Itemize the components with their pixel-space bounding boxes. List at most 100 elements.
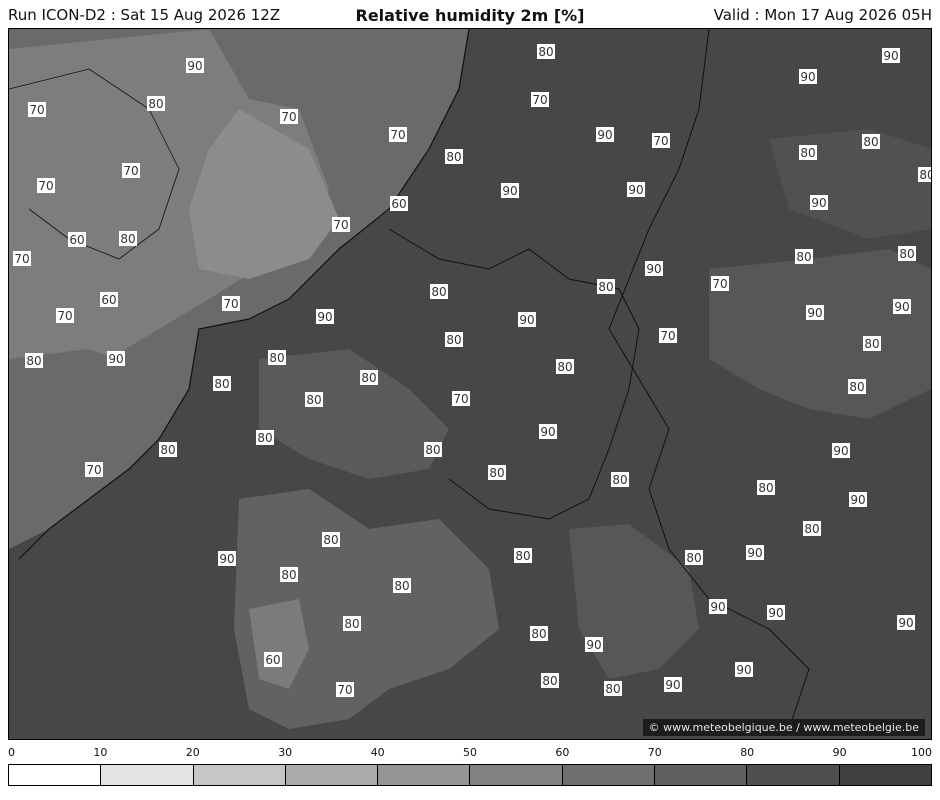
svg-text:80: 80 xyxy=(269,351,284,365)
svg-text:70: 70 xyxy=(712,277,727,291)
contour-label: 90 xyxy=(799,69,817,84)
svg-text:70: 70 xyxy=(29,103,44,117)
contour-label: 80 xyxy=(119,231,137,246)
svg-text:80: 80 xyxy=(214,377,229,391)
contour-label: 80 xyxy=(322,532,340,547)
contour-label: 80 xyxy=(848,379,866,394)
valid-time: Valid : Mon 17 Aug 2026 05H xyxy=(713,6,932,24)
svg-text:70: 70 xyxy=(337,683,352,697)
contour-label: 80 xyxy=(488,465,506,480)
svg-text:90: 90 xyxy=(646,262,661,276)
svg-text:90: 90 xyxy=(850,493,865,507)
svg-text:70: 70 xyxy=(390,128,405,142)
svg-text:70: 70 xyxy=(57,309,72,323)
colorbar-segment xyxy=(193,765,286,785)
contour-label: 80 xyxy=(537,44,555,59)
svg-text:80: 80 xyxy=(120,232,135,246)
svg-text:90: 90 xyxy=(800,70,815,84)
colorbar-tick-label: 20 xyxy=(185,746,200,759)
contour-label: 90 xyxy=(709,599,727,614)
svg-text:80: 80 xyxy=(26,354,41,368)
contour-label: 60 xyxy=(390,196,408,211)
svg-text:90: 90 xyxy=(898,616,913,630)
svg-text:70: 70 xyxy=(86,463,101,477)
svg-text:80: 80 xyxy=(515,549,530,563)
contour-label: 80 xyxy=(757,480,775,495)
colorbar-tick-label: 10 xyxy=(93,746,108,759)
contour-label: 90 xyxy=(767,605,785,620)
contour-label: 70 xyxy=(122,163,140,178)
svg-text:80: 80 xyxy=(425,443,440,457)
svg-text:70: 70 xyxy=(532,93,547,107)
credit-badge[interactable]: © www.meteobelgique.be / www.meteobelgie… xyxy=(642,719,925,736)
svg-text:80: 80 xyxy=(160,443,175,457)
svg-text:80: 80 xyxy=(257,431,272,445)
colorbar-segment xyxy=(839,765,931,785)
svg-text:90: 90 xyxy=(768,606,783,620)
svg-text:80: 80 xyxy=(148,97,163,111)
svg-text:80: 80 xyxy=(864,337,879,351)
contour-label: 90 xyxy=(882,48,900,63)
svg-text:70: 70 xyxy=(660,329,675,343)
svg-text:70: 70 xyxy=(653,134,668,148)
contour-label: 90 xyxy=(316,309,334,324)
svg-text:90: 90 xyxy=(597,128,612,142)
svg-text:80: 80 xyxy=(538,45,553,59)
contour-label: 80 xyxy=(604,681,622,696)
svg-text:90: 90 xyxy=(219,552,234,566)
contour-label: 80 xyxy=(445,149,463,164)
map-canvas: 90 80 70 70 80 70 70 80 70 70 60 70 60 80 70 60 70 70 80 90… xyxy=(9,29,931,739)
svg-text:80: 80 xyxy=(361,371,376,385)
colorbar xyxy=(8,764,932,786)
svg-text:90: 90 xyxy=(736,663,751,677)
contour-label: 70 xyxy=(531,92,549,107)
svg-text:90: 90 xyxy=(540,425,555,439)
svg-text:90: 90 xyxy=(807,306,822,320)
contour-label: 90 xyxy=(107,351,125,366)
contour-label: 90 xyxy=(832,443,850,458)
svg-text:80: 80 xyxy=(323,533,338,547)
contour-label: 90 xyxy=(596,127,614,142)
colorbar-segment xyxy=(747,765,840,785)
colorbar-tick-label: 50 xyxy=(463,746,477,759)
svg-text:70: 70 xyxy=(14,252,29,266)
contour-label: 90 xyxy=(218,551,236,566)
contour-label: 80 xyxy=(268,350,286,365)
svg-text:70: 70 xyxy=(223,297,238,311)
colorbar-segment xyxy=(470,765,563,785)
contour-label: 70 xyxy=(652,133,670,148)
svg-text:70: 70 xyxy=(281,110,296,124)
contour-label: 70 xyxy=(452,391,470,406)
contour-label: 80 xyxy=(541,673,559,688)
contour-label: 90 xyxy=(518,312,536,327)
colorbar-tick-label: 30 xyxy=(278,746,293,759)
colorbar-tick-label: 40 xyxy=(370,746,385,759)
contour-label: 60 xyxy=(264,652,282,667)
svg-text:90: 90 xyxy=(894,300,909,314)
colorbar-ticks: 0 10 20 30 40 50 60 70 80 90 100 xyxy=(8,746,932,762)
svg-text:70: 70 xyxy=(333,218,348,232)
svg-text:80: 80 xyxy=(431,285,446,299)
svg-text:80: 80 xyxy=(919,168,931,182)
svg-text:80: 80 xyxy=(542,674,557,688)
colorbar-segment xyxy=(562,765,656,785)
svg-text:60: 60 xyxy=(69,233,84,247)
contour-label: 80 xyxy=(795,249,813,264)
svg-text:80: 80 xyxy=(531,627,546,641)
svg-text:80: 80 xyxy=(344,617,359,631)
contour-label: 90 xyxy=(539,424,557,439)
contour-label: 70 xyxy=(711,276,729,291)
svg-text:80: 80 xyxy=(557,360,572,374)
humidity-map[interactable]: 90 80 70 70 80 70 70 80 70 70 60 70 60 80 70 60 70 70 80 90… xyxy=(8,28,932,740)
contour-label: 80 xyxy=(514,548,532,563)
contour-label: 80 xyxy=(863,336,881,351)
contour-label: 90 xyxy=(186,58,204,73)
svg-text:90: 90 xyxy=(502,184,517,198)
contour-label: 80 xyxy=(256,430,274,445)
colorbar-segment xyxy=(9,765,102,785)
svg-text:80: 80 xyxy=(863,135,878,149)
contour-label: 70 xyxy=(13,251,31,266)
colorbar-tick-label: 80 xyxy=(740,746,755,759)
contour-label: 80 xyxy=(918,167,931,182)
svg-text:80: 80 xyxy=(394,579,409,593)
